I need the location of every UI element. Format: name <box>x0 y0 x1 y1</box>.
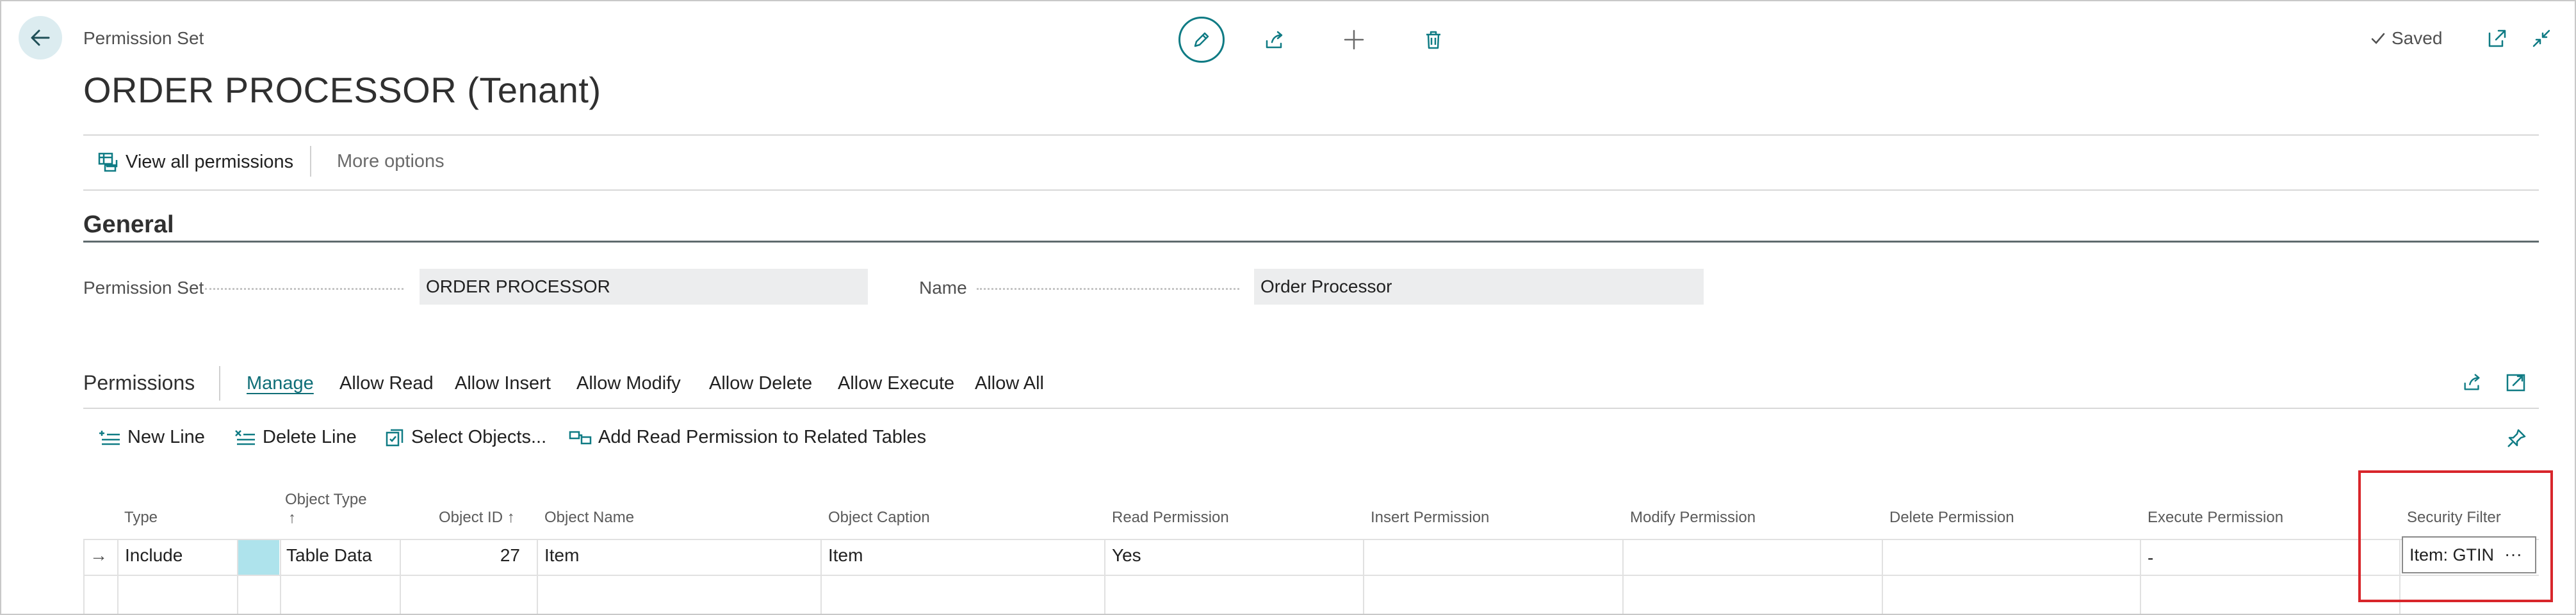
cell-read-permission[interactable]: Yes <box>1112 545 1141 566</box>
cell-object-type[interactable]: Table Data <box>286 545 372 566</box>
permission-set-field[interactable]: ORDER PROCESSOR <box>420 269 868 305</box>
view-all-permissions-button[interactable]: View all permissions <box>97 151 293 173</box>
action-separator <box>310 146 311 177</box>
row-indicator-arrow-icon: → <box>90 545 108 565</box>
highlight-box <box>2358 470 2553 602</box>
cell-type[interactable]: Include <box>125 545 183 566</box>
cell-object-id[interactable]: 27 <box>400 545 520 566</box>
share-button[interactable] <box>1255 20 1294 59</box>
delete-line-button[interactable]: Delete Line <box>234 427 357 448</box>
expand-icon <box>2506 374 2525 392</box>
grid-column-border <box>820 539 822 614</box>
expand-part-button[interactable] <box>2506 371 2527 393</box>
column-header-object-caption[interactable]: Object Caption <box>828 509 930 527</box>
new-line-icon <box>99 430 120 445</box>
field-leader-dots <box>977 288 1239 290</box>
grid-column-border <box>2140 539 2141 614</box>
trash-icon <box>1426 31 1440 49</box>
allow-execute-action[interactable]: Allow Execute <box>838 373 954 394</box>
cell-object-caption[interactable]: Item <box>828 545 863 566</box>
cell-object-name[interactable]: Item <box>544 545 579 566</box>
add-read-permission-label: Add Read Permission to Related Tables <box>598 427 927 447</box>
arrow-left-icon <box>31 29 50 46</box>
object-id-label: Object ID <box>439 509 503 526</box>
grid-column-border <box>117 539 118 614</box>
page-title: ORDER PROCESSOR (Tenant) <box>83 70 601 110</box>
related-tables-icon <box>569 431 592 444</box>
column-header-object-type[interactable]: Object Type <box>285 491 367 509</box>
divider <box>83 408 2539 409</box>
saved-label: Saved <box>2392 28 2443 48</box>
allow-delete-action[interactable]: Allow Delete <box>709 373 812 394</box>
allow-insert-action[interactable]: Allow Insert <box>455 373 551 394</box>
check-icon <box>2371 33 2385 44</box>
column-header-execute-permission[interactable]: Execute Permission <box>2148 509 2283 527</box>
permissions-section-title: Permissions <box>83 371 195 394</box>
view-all-permissions-label: View all permissions <box>126 151 294 172</box>
divider <box>83 189 2539 191</box>
column-header-object-name[interactable]: Object Name <box>544 509 634 527</box>
grid-column-border <box>1882 539 1883 614</box>
sort-ascending-icon: ↑ <box>288 509 296 527</box>
name-label: Name <box>919 278 967 298</box>
grid-column-border <box>537 539 538 614</box>
grid-column-border <box>1104 539 1105 614</box>
pencil-icon <box>1194 32 1209 47</box>
new-line-button[interactable]: New Line <box>99 427 205 448</box>
allow-all-action[interactable]: Allow All <box>975 373 1044 394</box>
delete-line-label: Delete Line <box>263 427 357 447</box>
general-section-title: General <box>83 211 174 238</box>
edit-button[interactable] <box>1178 17 1225 63</box>
field-leader-dots <box>205 288 404 290</box>
plus-icon <box>1344 29 1364 50</box>
add-read-permission-button[interactable]: Add Read Permission to Related Tables <box>569 427 926 448</box>
more-options-button[interactable]: More options <box>337 151 444 172</box>
sort-ascending-icon: ↑ <box>507 509 515 526</box>
open-in-new-window-icon <box>2488 29 2506 47</box>
more-options-label: More options <box>337 151 444 172</box>
new-line-label: New Line <box>127 427 205 447</box>
section-rule <box>83 241 2539 243</box>
permission-set-label: Permission Set <box>83 278 204 298</box>
select-objects-icon <box>386 429 404 446</box>
share-icon <box>1266 31 1283 49</box>
new-button[interactable] <box>1335 20 1373 59</box>
cell-execute-permission[interactable]: - <box>2148 548 2153 568</box>
grid-column-border <box>83 539 85 614</box>
saved-status: Saved <box>2370 28 2442 49</box>
allow-read-action[interactable]: Allow Read <box>339 373 434 394</box>
permissions-list-icon <box>98 152 118 172</box>
column-header-modify-permission[interactable]: Modify Permission <box>1630 509 1756 527</box>
pin-icon <box>2507 429 2526 447</box>
collapse-button[interactable] <box>2531 28 2552 49</box>
grid-row-border <box>83 575 2539 576</box>
column-header-read-permission[interactable]: Read Permission <box>1112 509 1229 527</box>
grid-row-border <box>83 539 2539 540</box>
column-header-delete-permission[interactable]: Delete Permission <box>1889 509 2014 527</box>
section-separator <box>219 366 220 401</box>
column-header-object-id[interactable]: Object ID ↑ <box>439 509 515 527</box>
delete-button[interactable] <box>1414 20 1453 59</box>
share-icon <box>2464 374 2480 390</box>
open-new-window-button[interactable] <box>2487 28 2507 49</box>
page-actions <box>1178 14 1494 65</box>
pin-button[interactable] <box>2506 427 2527 449</box>
column-header-insert-permission[interactable]: Insert Permission <box>1371 509 1489 527</box>
breadcrumb: Permission Set <box>83 28 204 48</box>
grid-column-border <box>280 539 281 614</box>
grid-column-border <box>1363 539 1364 614</box>
share-permissions-button[interactable] <box>2461 371 2483 393</box>
divider <box>83 134 2539 136</box>
delete-line-icon <box>235 429 255 445</box>
name-field[interactable]: Order Processor <box>1254 269 1704 305</box>
selected-cell-marker <box>238 540 279 575</box>
grid-column-border <box>1622 539 1624 614</box>
back-button[interactable] <box>19 16 62 60</box>
column-header-type[interactable]: Type <box>124 509 158 527</box>
select-objects-label: Select Objects... <box>411 427 547 447</box>
allow-modify-action[interactable]: Allow Modify <box>576 373 681 394</box>
collapse-icon <box>2532 29 2550 47</box>
tab-manage[interactable]: Manage <box>247 373 314 394</box>
select-objects-button[interactable]: Select Objects... <box>384 427 546 448</box>
